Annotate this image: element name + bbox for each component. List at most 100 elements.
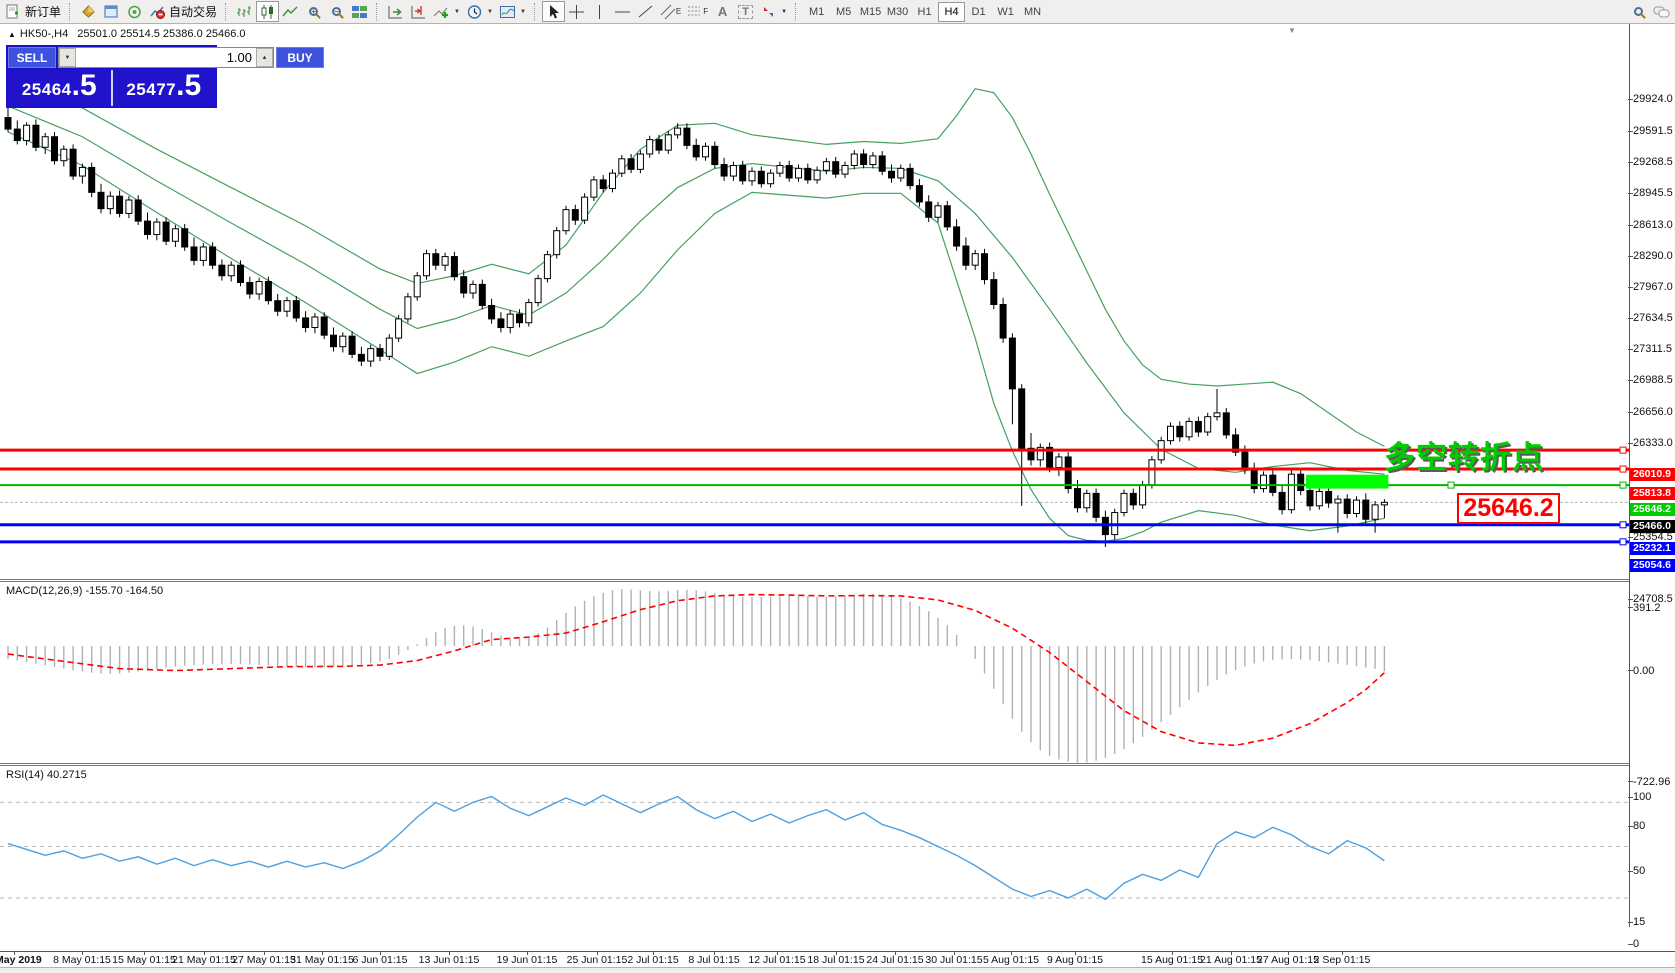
candle-body: [889, 171, 895, 178]
templates-button[interactable]: ▼: [496, 1, 529, 22]
date-tick-label: 27 May 01:15: [232, 954, 296, 966]
candle-body: [1381, 502, 1387, 504]
autotrading-button[interactable]: 自动交易: [146, 1, 220, 22]
price-tick-label: 26656.0: [1633, 406, 1673, 418]
candle-body: [619, 159, 625, 173]
candle-body: [358, 354, 364, 361]
candle-body: [1242, 452, 1248, 469]
text-label-tool-button[interactable]: T: [734, 1, 757, 22]
candle-body: [554, 231, 560, 255]
date-tick-mark: [777, 951, 778, 955]
timeframe-button-W1[interactable]: W1: [992, 2, 1019, 22]
line-anchor[interactable]: [1620, 447, 1626, 453]
chart-window[interactable]: ▲HK50-,H4 25501.0 25514.5 25386.0 25466.…: [0, 24, 1675, 949]
price-tick-label: 29268.5: [1633, 156, 1673, 168]
label-anchor[interactable]: [1448, 482, 1454, 488]
indicators-button[interactable]: ▼: [430, 1, 463, 22]
chart-shift-button[interactable]: [407, 1, 430, 22]
candle-body: [1140, 485, 1146, 505]
date-tick-mark: [714, 951, 715, 955]
terminal-button[interactable]: [100, 1, 123, 22]
candle-body: [33, 125, 39, 147]
chat-button[interactable]: [1650, 1, 1673, 22]
chart-plot-area[interactable]: [0, 24, 1675, 949]
volume-input[interactable]: [76, 48, 256, 67]
line-chart-button[interactable]: [279, 1, 302, 22]
channel-tool-button[interactable]: E: [657, 1, 684, 22]
timeframe-button-M1[interactable]: M1: [803, 2, 830, 22]
tile-windows-button[interactable]: [348, 1, 371, 22]
fibo-letter: F: [703, 7, 708, 16]
price-axis[interactable]: 29924.029591.529268.528945.528613.028290…: [1630, 48, 1675, 951]
date-tick-mark: [14, 951, 15, 955]
toolbar-separator: [376, 3, 381, 21]
axis-tick-mark: [1628, 797, 1633, 798]
candlestick-chart-button[interactable]: [256, 1, 279, 22]
line-anchor[interactable]: [1620, 482, 1626, 488]
turning-point-annotation[interactable]: 多空转折点: [1384, 432, 1544, 477]
line-anchor[interactable]: [1620, 466, 1626, 472]
timeframe-button-H1[interactable]: H1: [911, 2, 938, 22]
buy-price[interactable]: 25477.5: [113, 70, 216, 106]
date-tick-mark: [144, 951, 145, 955]
vertical-line-tool-button[interactable]: [588, 1, 611, 22]
zoom-in-button[interactable]: +: [302, 1, 325, 22]
candle-body: [916, 186, 922, 202]
auto-scroll-button[interactable]: [384, 1, 407, 22]
candle-body: [1065, 457, 1071, 489]
line-anchor[interactable]: [1620, 539, 1626, 545]
date-tick-mark: [380, 951, 381, 955]
candle-body: [172, 229, 178, 241]
candle-body: [312, 317, 318, 328]
price-badge-25466.0: 25466.0: [1630, 520, 1675, 533]
horizontal-line-tool-button[interactable]: [611, 1, 634, 22]
timeframe-button-M30[interactable]: M30: [884, 2, 911, 22]
sell-button[interactable]: SELL: [8, 47, 56, 68]
candle-body: [321, 317, 327, 335]
date-tick-label: 8 May 01:15: [53, 954, 111, 966]
rsi-axis-label: 80: [1633, 820, 1645, 832]
market-watch-button[interactable]: [77, 1, 100, 22]
timeframe-button-M5[interactable]: M5: [830, 2, 857, 22]
time-axis[interactable]: 2 May 20198 May 01:1515 May 01:1521 May …: [0, 951, 1675, 967]
candle-body: [1223, 413, 1229, 435]
price-tick-label: 29591.5: [1633, 125, 1673, 137]
buy-button[interactable]: BUY: [276, 47, 324, 68]
line-chart-icon: [282, 4, 299, 20]
price-tick-label: 26988.5: [1633, 374, 1673, 386]
periods-button[interactable]: ▼: [463, 1, 496, 22]
chart-shift-marker-icon[interactable]: ▼: [1288, 26, 1296, 35]
sell-price[interactable]: 25464.5: [8, 70, 111, 106]
price-level-label[interactable]: 25646.2: [1457, 493, 1560, 524]
cursor-tool-button[interactable]: [542, 1, 565, 22]
fibonacci-tool-button[interactable]: F: [684, 1, 711, 22]
trendline-tool-button[interactable]: [634, 1, 657, 22]
timeframe-button-D1[interactable]: D1: [965, 2, 992, 22]
candle-body: [1288, 474, 1294, 509]
crosshair-tool-button[interactable]: [565, 1, 588, 22]
text-tool-button[interactable]: A: [711, 1, 734, 22]
timeframe-button-M15[interactable]: M15: [857, 2, 884, 22]
line-anchor[interactable]: [1620, 522, 1626, 528]
candle-body: [591, 180, 597, 197]
highlight-box[interactable]: [1306, 475, 1388, 489]
axis-tick-mark: [1628, 99, 1633, 100]
candle-body: [1075, 489, 1081, 508]
bar-chart-button[interactable]: [233, 1, 256, 22]
zoom-out-button[interactable]: −: [325, 1, 348, 22]
cursor-icon: [545, 4, 562, 20]
chevron-down-icon: ▼: [520, 9, 526, 15]
new-order-button[interactable]: 新订单: [2, 1, 64, 22]
timeframe-button-MN[interactable]: MN: [1019, 2, 1046, 22]
timeframe-button-H4[interactable]: H4: [938, 2, 965, 22]
volume-increase-button[interactable]: ▲: [256, 48, 273, 67]
candle-body: [600, 180, 606, 189]
signals-button[interactable]: [123, 1, 146, 22]
arrows-tool-button[interactable]: ▼: [757, 1, 790, 22]
collapse-triangle-icon[interactable]: ▲: [8, 30, 16, 39]
search-button[interactable]: [1627, 1, 1650, 22]
volume-decrease-button[interactable]: ▼: [59, 48, 76, 67]
price-badge-25054.6: 25054.6: [1630, 559, 1675, 572]
candle-body: [340, 336, 346, 347]
candle-body: [786, 166, 792, 178]
